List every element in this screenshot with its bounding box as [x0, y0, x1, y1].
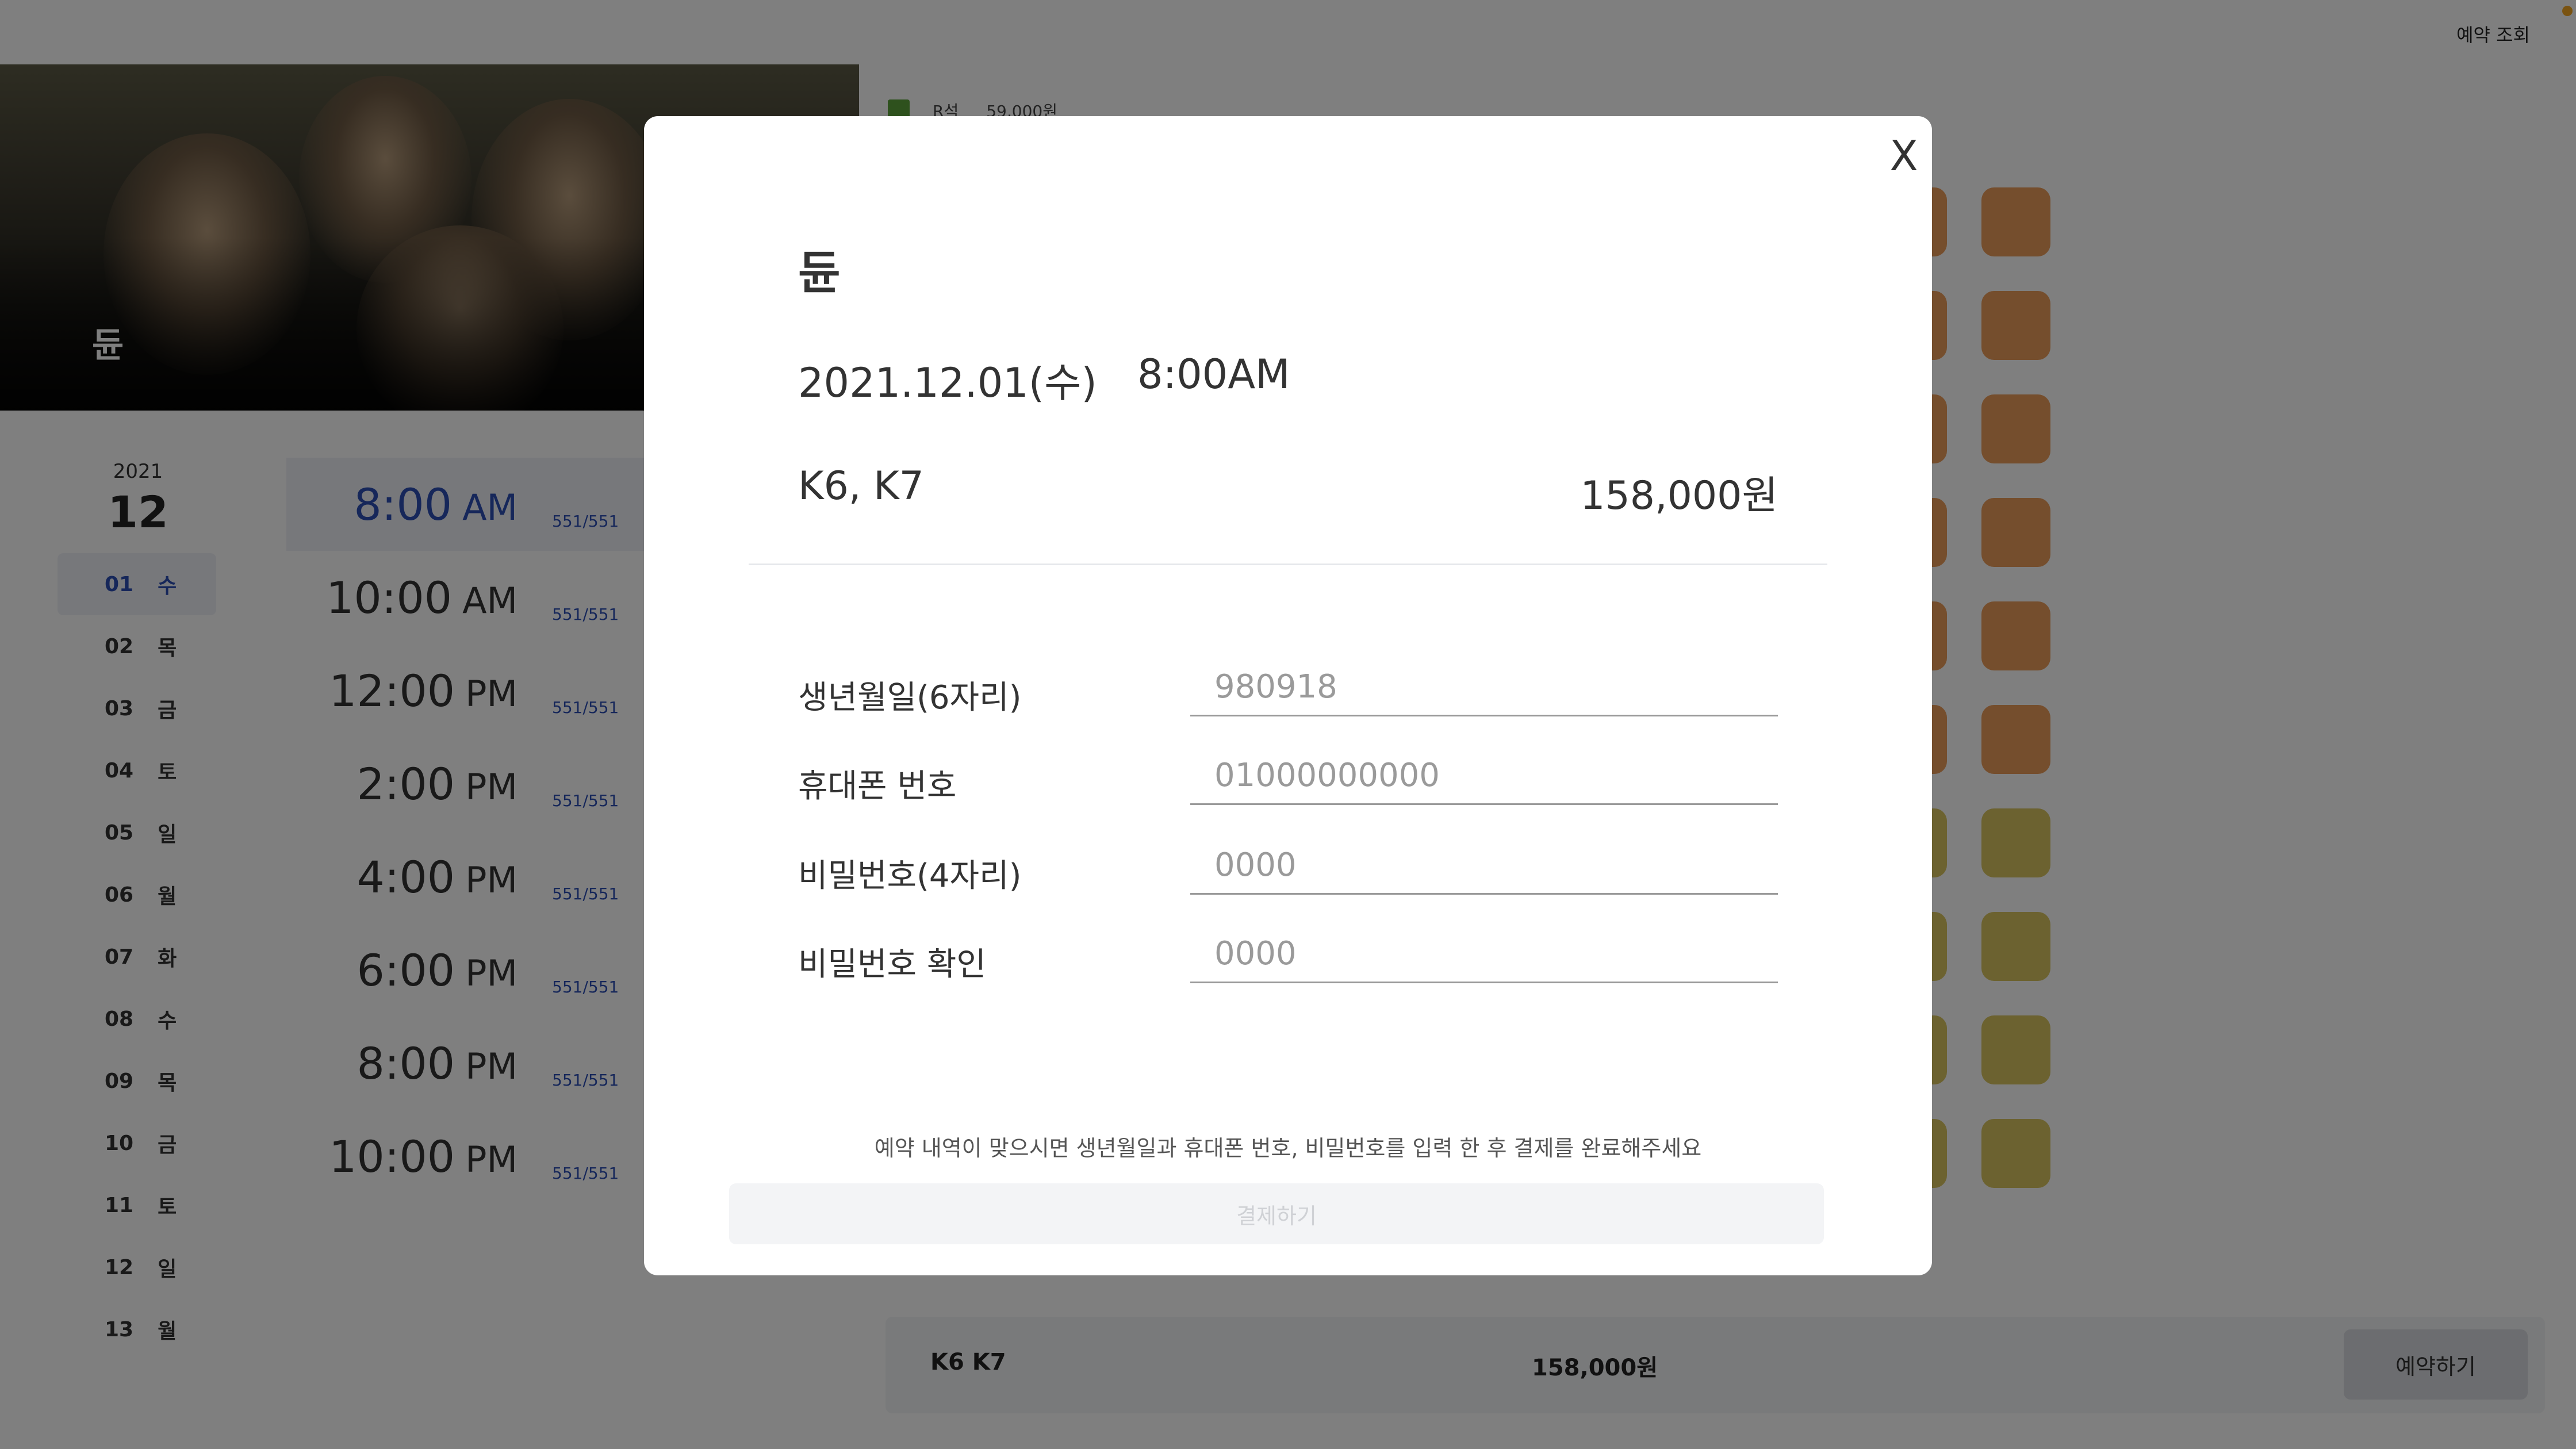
birth-input[interactable] [1190, 659, 1778, 716]
modal-movie-title: 듄 [798, 246, 841, 300]
phone-label: 휴대폰 번호 [798, 768, 957, 805]
phone-input[interactable] [1190, 747, 1778, 805]
modal-price: 158,000원 [1580, 473, 1778, 519]
modal-time: 8:00AM [1137, 351, 1290, 398]
password-label: 비밀번호(4자리) [798, 857, 1022, 895]
pay-button[interactable]: 결제하기 [729, 1183, 1824, 1244]
divider [749, 564, 1827, 565]
birth-label: 생년월일(6자리) [798, 679, 1022, 716]
close-button[interactable]: X [1878, 130, 1930, 182]
password-confirm-label: 비밀번호 확인 [798, 946, 986, 983]
modal-date: 2021.12.01(수) [798, 359, 1097, 407]
payment-modal: X 듄 2021.12.01(수) 8:00AM K6, K7 158,000원… [644, 116, 1932, 1275]
password-confirm-input[interactable] [1190, 926, 1778, 983]
password-input[interactable] [1190, 837, 1778, 895]
notice-text: 예약 내역이 맞으시면 생년월일과 휴대폰 번호, 비밀번호를 입력 한 후 결… [874, 1136, 1702, 1161]
modal-seats: K6, K7 [798, 463, 924, 509]
